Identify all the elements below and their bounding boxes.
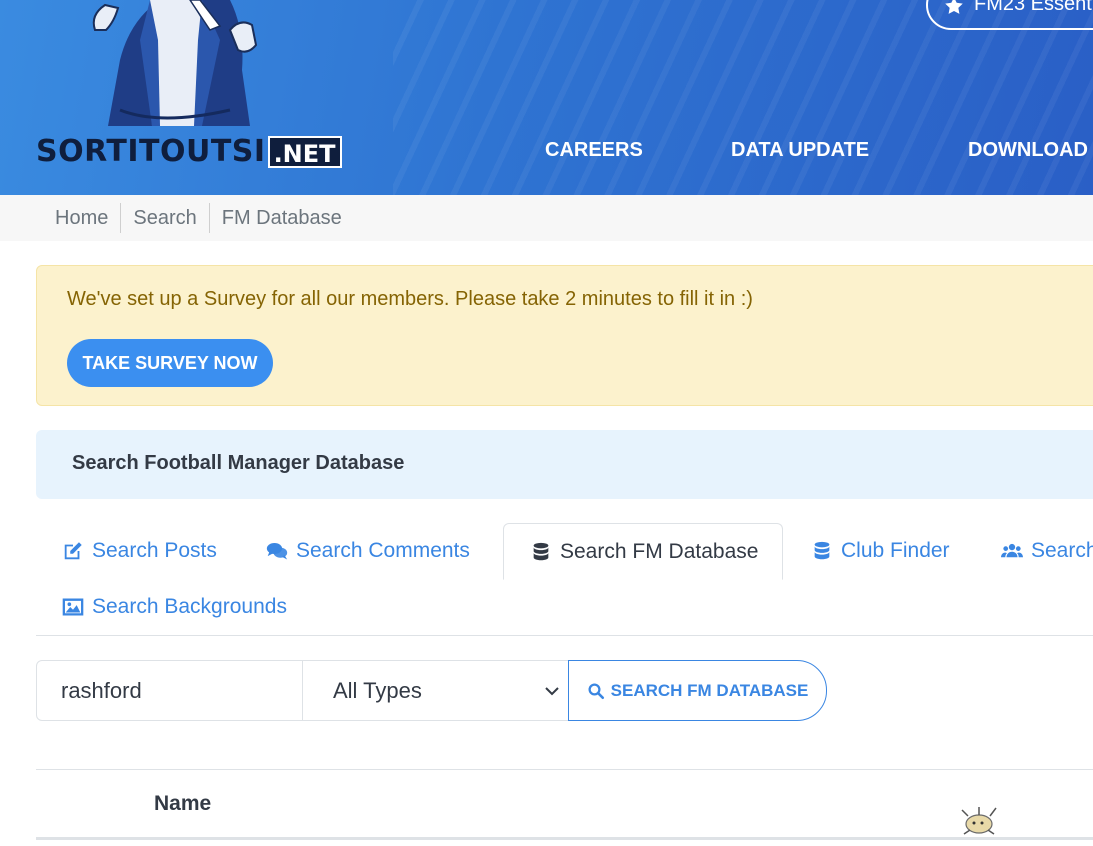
- tab-search-posts[interactable]: Search Posts: [62, 527, 217, 575]
- tab-label: Search FM Database: [560, 539, 759, 563]
- tab-label: Search Posts: [92, 539, 217, 562]
- tab-search-backgrounds[interactable]: Search Backgrounds: [62, 583, 287, 631]
- logo-net-badge: .NET: [267, 136, 342, 168]
- chevron-down-icon: [545, 687, 559, 696]
- bug-report-icon[interactable]: [960, 804, 1000, 838]
- tab-label: Search Comments: [296, 539, 470, 562]
- survey-alert: We've set up a Survey for all our member…: [36, 265, 1093, 406]
- search-card-title: Search Football Manager Database: [72, 452, 405, 474]
- database-icon: [814, 541, 830, 560]
- tab-club-finder[interactable]: Club Finder: [811, 527, 950, 575]
- tab-label: Club Finder: [841, 539, 950, 562]
- edit-icon: [64, 542, 82, 560]
- search-card-header: Search Football Manager Database: [36, 430, 1093, 499]
- tab-search-users[interactable]: Search: [1001, 527, 1093, 575]
- users-icon: [1001, 543, 1023, 558]
- logo-text: SORTITOUTSI: [36, 134, 266, 169]
- breadcrumb-fm-database: FM Database: [208, 203, 354, 233]
- breadcrumb-home[interactable]: Home: [55, 203, 120, 233]
- image-icon: [62, 598, 84, 616]
- fm23-essentials-label: FM23 Essenti: [974, 0, 1093, 15]
- search-fm-database-button[interactable]: SEARCH FM DATABASE: [568, 660, 827, 721]
- mascot-logo-image[interactable]: [80, 0, 262, 126]
- comments-icon: [266, 542, 288, 560]
- tab-search-comments[interactable]: Search Comments: [266, 527, 470, 575]
- survey-alert-text: We've set up a Survey for all our member…: [67, 288, 753, 310]
- nav-careers[interactable]: CAREERS: [545, 139, 643, 162]
- type-select[interactable]: All Types: [302, 660, 569, 721]
- search-input[interactable]: rashford: [36, 660, 303, 721]
- site-header: SORTITOUTSI .NET FM23 Essenti CAREERS DA…: [0, 0, 1093, 195]
- search-icon: [588, 683, 604, 699]
- take-survey-button[interactable]: TAKE SURVEY NOW: [67, 339, 273, 387]
- database-icon: [533, 542, 549, 560]
- star-icon: [945, 0, 963, 14]
- type-select-value: All Types: [333, 678, 422, 703]
- nav-download[interactable]: DOWNLOAD: [968, 139, 1088, 162]
- tab-label: Search: [1031, 539, 1093, 562]
- tab-search-fm-database[interactable]: Search FM Database: [503, 523, 784, 580]
- results-table-header: Name: [36, 769, 1093, 840]
- breadcrumb-search[interactable]: Search: [120, 203, 208, 233]
- search-tabs: Search Posts Search Comments Search FM D…: [36, 523, 1093, 636]
- search-button-label: SEARCH FM DATABASE: [610, 680, 809, 700]
- nav-data-update[interactable]: DATA UPDATE: [731, 139, 869, 162]
- site-logo[interactable]: SORTITOUTSI .NET: [36, 136, 342, 168]
- column-header-name[interactable]: Name: [154, 792, 211, 816]
- tab-label: Search Backgrounds: [92, 595, 287, 618]
- breadcrumb: Home Search FM Database: [0, 195, 1093, 241]
- fm23-essentials-button[interactable]: FM23 Essenti: [926, 0, 1093, 30]
